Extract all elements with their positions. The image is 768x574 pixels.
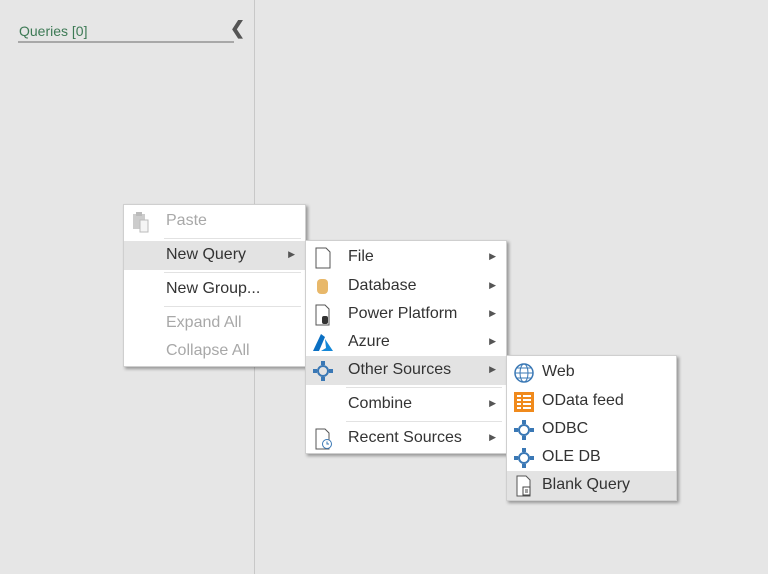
menu-item-new-group[interactable]: New Group...	[124, 275, 305, 304]
menu-item-blank-query[interactable]: Blank Query	[507, 471, 676, 500]
recent-sources-icon	[315, 428, 332, 450]
menu-item-ole-db[interactable]: OLE DB	[507, 443, 676, 472]
menu-item-file[interactable]: File ▶	[306, 243, 506, 272]
menu-item-new-query[interactable]: New Query ▶	[124, 241, 305, 270]
odata-icon	[514, 392, 534, 412]
collapse-pane-chevron-icon[interactable]: ❮	[230, 18, 245, 39]
power-platform-icon	[315, 304, 330, 326]
menu-item-combine[interactable]: Combine ▶	[306, 390, 506, 419]
submenu-arrow-icon: ▶	[489, 432, 496, 442]
new-query-submenu: File ▶ Database ▶ Power Platform ▶ Azure ▶ O…	[305, 240, 507, 454]
submenu-arrow-icon: ▶	[489, 336, 496, 346]
database-icon	[317, 279, 328, 294]
menu-item-web[interactable]: Web	[507, 358, 676, 387]
queries-underline	[18, 41, 234, 43]
submenu-arrow-icon: ▶	[489, 251, 496, 261]
azure-icon	[313, 334, 333, 351]
submenu-arrow-icon: ▶	[489, 364, 496, 374]
paste-icon	[133, 212, 149, 233]
menu-item-database[interactable]: Database ▶	[306, 272, 506, 301]
submenu-arrow-icon: ▶	[489, 308, 496, 318]
submenu-arrow-icon: ▶	[288, 249, 295, 259]
menu-item-power-platform[interactable]: Power Platform ▶	[306, 300, 506, 329]
submenu-arrow-icon: ▶	[489, 280, 496, 290]
context-menu: Paste New Query ▶ New Group... Expand Al…	[123, 204, 306, 367]
menu-item-paste[interactable]: Paste	[124, 207, 305, 236]
globe-icon	[514, 363, 534, 383]
other-sources-submenu: Web OData feed ODBC OLE DB Blank Query	[506, 355, 677, 501]
connector-icon	[514, 448, 534, 468]
blank-query-icon	[516, 475, 531, 497]
menu-item-collapse-all[interactable]: Collapse All	[124, 337, 305, 366]
submenu-arrow-icon: ▶	[489, 398, 496, 408]
queries-title: Queries [0]	[19, 23, 88, 39]
menu-item-odbc[interactable]: ODBC	[507, 415, 676, 444]
menu-item-azure[interactable]: Azure ▶	[306, 328, 506, 357]
file-icon	[315, 247, 331, 269]
menu-item-other-sources[interactable]: Other Sources ▶	[306, 356, 506, 385]
menu-item-recent-sources[interactable]: Recent Sources ▶	[306, 424, 506, 453]
other-sources-icon	[313, 361, 333, 381]
menu-item-expand-all[interactable]: Expand All	[124, 309, 305, 338]
menu-item-odata-feed[interactable]: OData feed	[507, 387, 676, 416]
connector-icon	[514, 420, 534, 440]
